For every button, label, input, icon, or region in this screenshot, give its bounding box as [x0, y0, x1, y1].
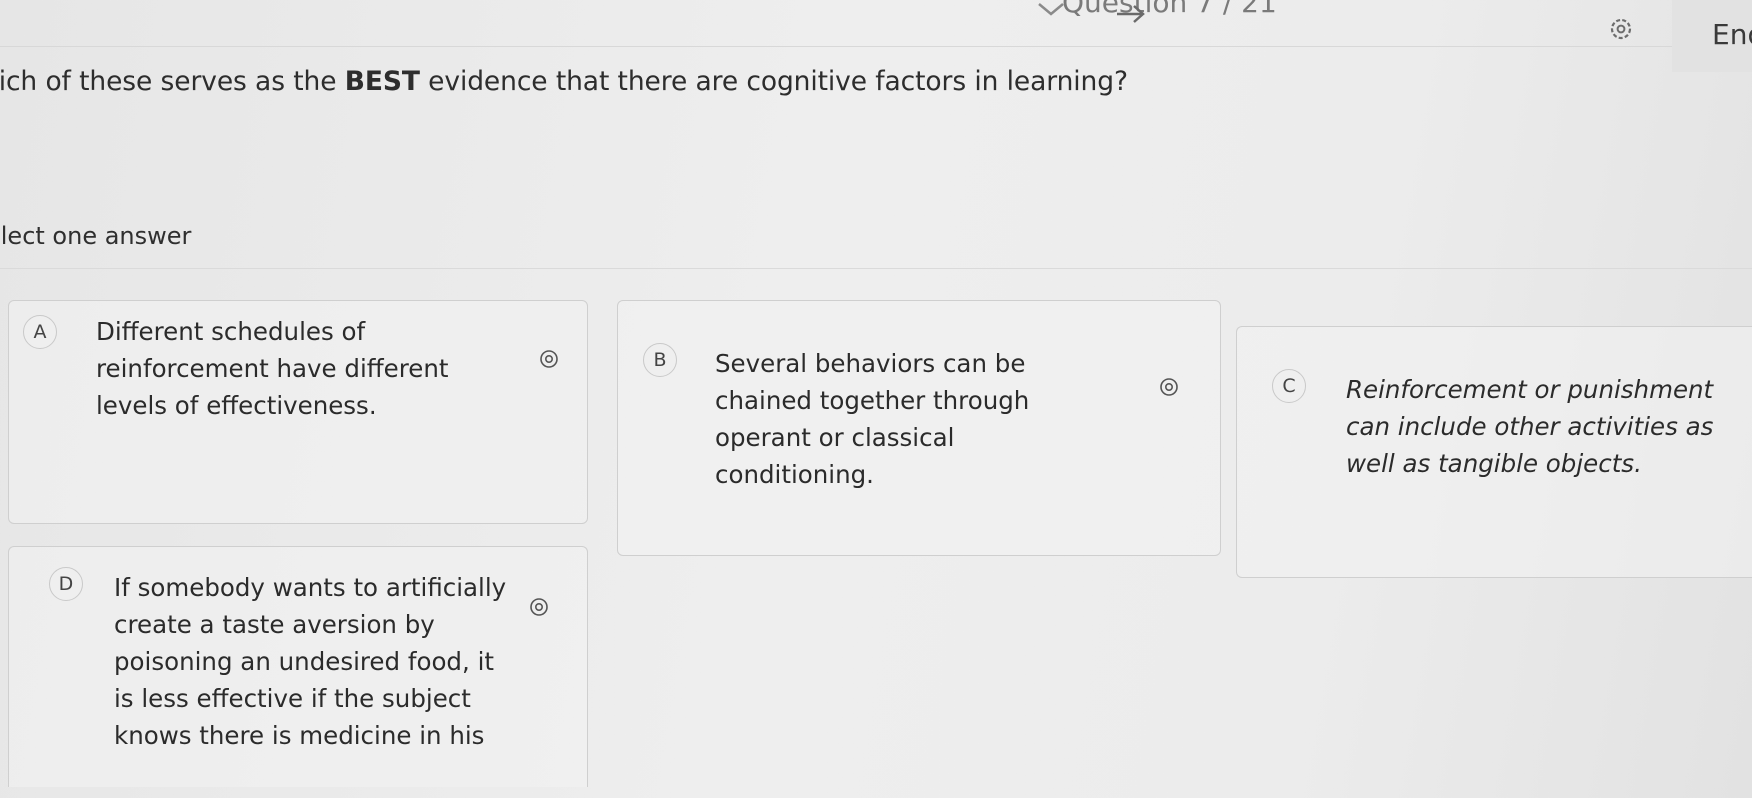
option-letter-d: D: [49, 567, 83, 601]
chevron-down-icon[interactable]: [1036, 2, 1066, 16]
option-letter-a: A: [23, 315, 57, 349]
arrow-right-icon[interactable]: [1115, 4, 1147, 24]
question-suffix: evidence that there are cognitive factor…: [419, 66, 1128, 97]
question-counter[interactable]: Question 7 / 21: [1062, 0, 1277, 19]
option-text-b: Several behaviors can be chained togethe…: [715, 349, 1030, 489]
question-prefix: hich of these serves as the: [0, 66, 345, 97]
gear-icon[interactable]: [1608, 16, 1634, 42]
option-text-a: Different schedules of reinforcement hav…: [96, 317, 449, 420]
eye-strike-icon[interactable]: [1159, 377, 1179, 397]
question-text: hich of these serves as the BEST evidenc…: [0, 66, 1128, 97]
answer-option-a[interactable]: A Different schedules of reinforcement h…: [8, 300, 588, 524]
question-emphasis: BEST: [344, 66, 420, 97]
answer-instruction: elect one answer: [0, 222, 192, 250]
option-text-d: If somebody wants to artificially create…: [114, 573, 507, 750]
eye-strike-icon[interactable]: [529, 597, 549, 617]
eye-strike-icon[interactable]: [539, 349, 559, 369]
option-letter-c: C: [1272, 369, 1306, 403]
top-toolbar: Question 7 / 21: [0, 0, 1752, 47]
option-letter-b: B: [643, 343, 677, 377]
option-text-c: Reinforcement or punishment can include …: [1346, 375, 1714, 478]
divider: [0, 268, 1752, 269]
end-button-label: End: [1712, 18, 1752, 51]
answer-option-d[interactable]: D If somebody wants to artificially crea…: [8, 546, 588, 787]
answer-option-c[interactable]: C Reinforcement or punishment can includ…: [1236, 326, 1752, 578]
answer-option-b[interactable]: B Several behaviors can be chained toget…: [617, 300, 1221, 556]
end-button[interactable]: End: [1672, 0, 1752, 72]
